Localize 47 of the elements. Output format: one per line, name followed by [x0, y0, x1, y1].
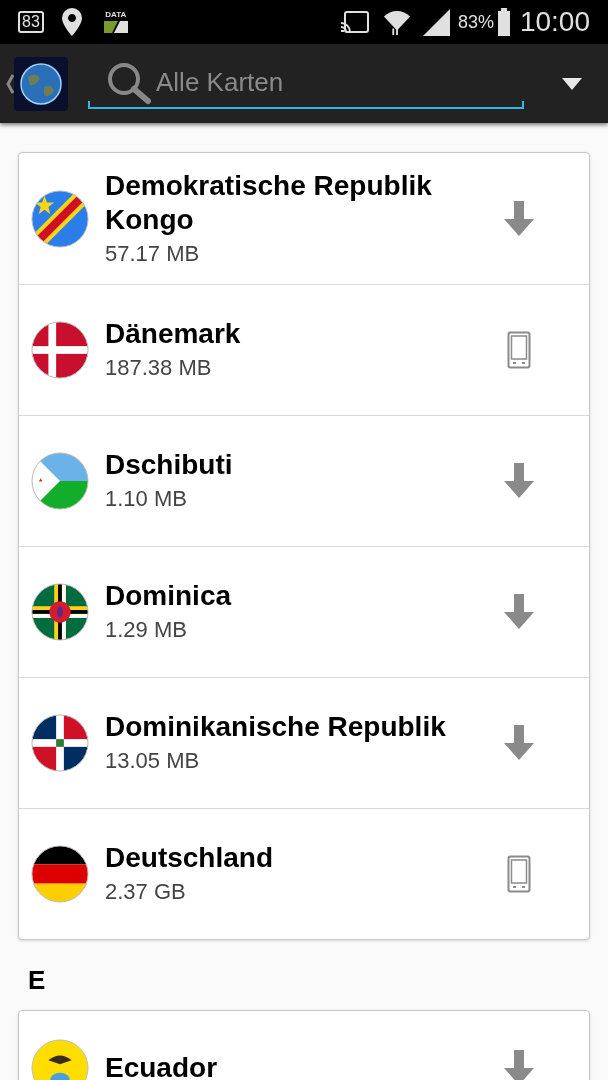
- country-name: Dominikanische Republik: [105, 710, 447, 744]
- country-row[interactable]: Ecuador: [19, 1011, 589, 1080]
- flag-icon: [31, 452, 89, 510]
- download-arrow-icon: [503, 725, 535, 761]
- search-bar[interactable]: Alle Karten: [88, 58, 524, 109]
- map-size: 187.38 MB: [105, 354, 213, 382]
- country-name: Demokratische Republik Kongo: [105, 168, 433, 237]
- battery-badge: 83: [18, 11, 44, 33]
- cast-icon: [340, 11, 369, 33]
- signal-icon: [422, 8, 450, 36]
- clock: 10:00: [519, 5, 590, 39]
- phone-icon: [507, 855, 531, 893]
- map-size: 13.05 MB: [105, 747, 201, 775]
- country-row[interactable]: Demokratische Republik Kongo 57.17 MB: [19, 153, 589, 284]
- country-name: Ecuador: [105, 1051, 219, 1080]
- dropdown-triangle-icon: [562, 77, 582, 90]
- search-icon: [106, 60, 152, 105]
- country-row[interactable]: Dänemark 187.38 MB: [19, 284, 589, 415]
- country-row[interactable]: Dominikanische Republik 13.05 MB: [19, 677, 589, 808]
- flag-icon: [31, 845, 89, 903]
- map-size: 57.17 MB: [105, 239, 201, 268]
- location-pin-icon: [61, 8, 82, 36]
- country-name: Dänemark: [105, 317, 242, 351]
- search-input[interactable]: Alle Karten: [156, 63, 524, 102]
- country-name: Dominica: [105, 579, 233, 613]
- download-arrow-icon: [503, 463, 535, 499]
- country-row[interactable]: Deutschland 2.37 GB: [19, 808, 589, 939]
- country-name: Deutschland: [105, 841, 275, 875]
- country-row[interactable]: Dschibuti 1.10 MB: [19, 415, 589, 546]
- map-size: 2.37 GB: [105, 878, 187, 906]
- map-size: 1.10 MB: [105, 485, 188, 513]
- back-caret-icon: [6, 73, 14, 94]
- download-arrow-icon: [503, 200, 535, 237]
- globe-logo-icon: [14, 56, 68, 111]
- wifi-icon: [382, 8, 411, 36]
- country-name: Dschibuti: [105, 448, 234, 482]
- download-arrow-icon: [503, 594, 535, 630]
- flag-icon: [31, 1039, 89, 1080]
- battery-icon: [497, 8, 510, 36]
- download-arrow-icon: [503, 1050, 535, 1080]
- phone-icon: [507, 331, 531, 369]
- section-header: E: [27, 964, 47, 996]
- battery-percent: 83%: [457, 10, 494, 34]
- map-size: 1.29 MB: [105, 616, 188, 644]
- data-label: DATA: [105, 11, 127, 19]
- data-icon: [103, 21, 128, 33]
- country-row[interactable]: Dominica 1.29 MB: [19, 546, 589, 677]
